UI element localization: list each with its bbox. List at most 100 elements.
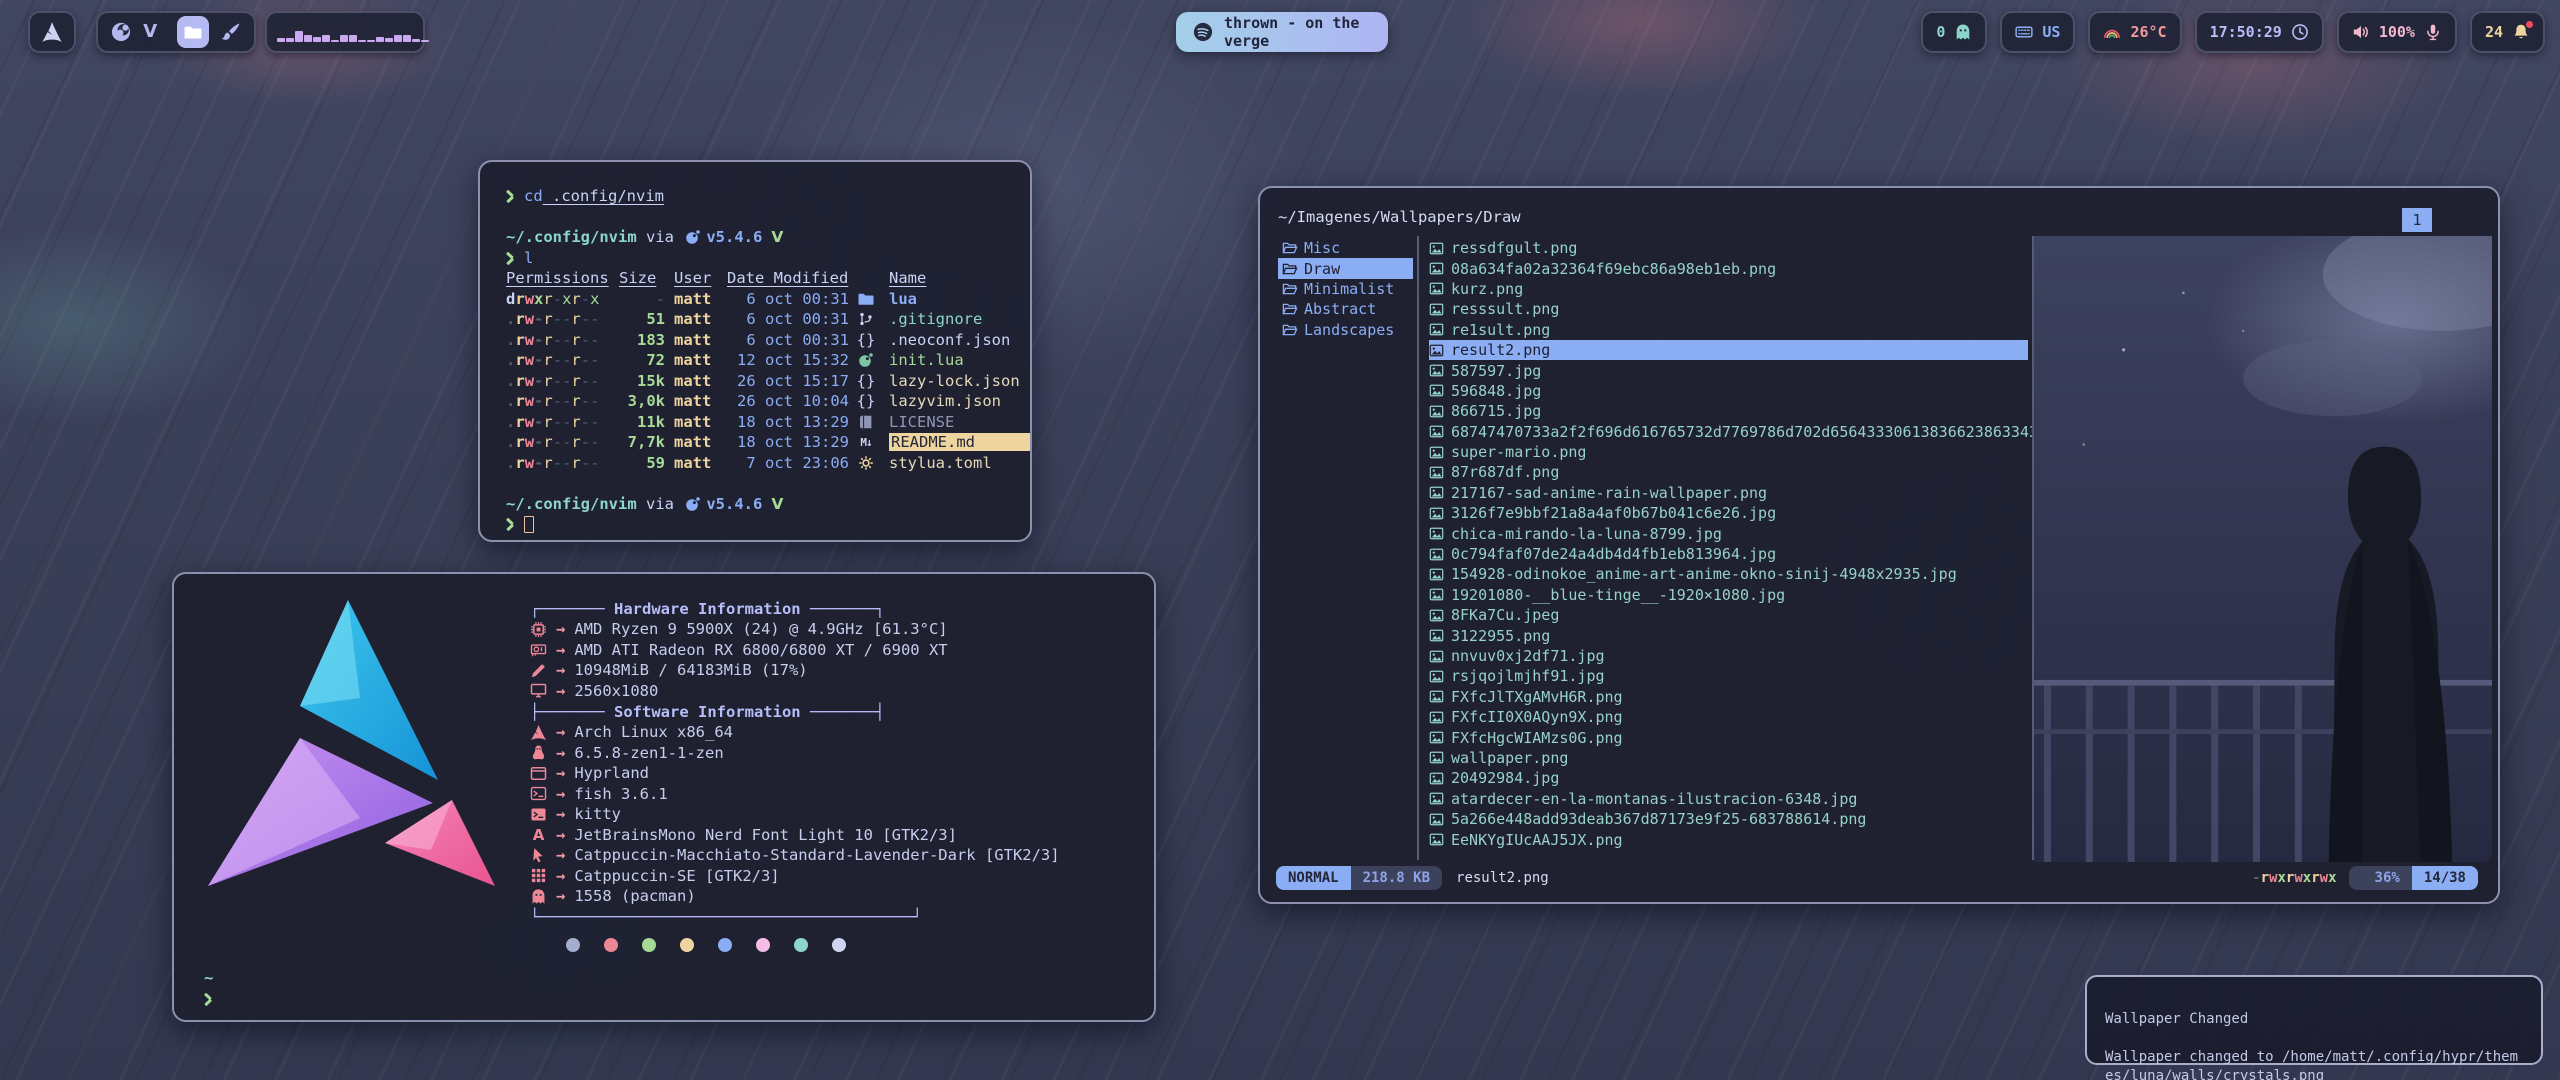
file-row[interactable]: rsjqojlmjhf91.jpg	[1429, 666, 2032, 686]
file-row[interactable]: 3126f7e9bbf21a8a4af0b67b041c6e26.jpg	[1429, 503, 2032, 523]
imagefile-icon	[1429, 628, 1444, 643]
file-row[interactable]: 5a266e448add93deab367d87173e9f25-6837886…	[1429, 809, 2032, 829]
visualizer-bar	[403, 35, 411, 42]
imagefile-icon	[1429, 526, 1444, 541]
parent-directory-list: MiscDrawMinimalistAbstractLandscapes	[1260, 234, 1417, 862]
file-row[interactable]: FXfcHgcWIAMzs0G.png	[1429, 727, 2032, 747]
cpu-icon	[530, 621, 547, 638]
tray-clock[interactable]: 17:50:29	[2195, 11, 2324, 53]
files-icon[interactable]	[177, 16, 209, 48]
brush-icon[interactable]	[220, 21, 242, 43]
fetch-info-row: →2560x1080	[530, 681, 1130, 702]
imagefile-icon	[1429, 791, 1444, 806]
prompt-line: ~/.config/nvim via v5.4.6V	[506, 227, 1030, 248]
file-row[interactable]: 3122955.png	[1429, 625, 2032, 645]
visualizer-bar	[421, 40, 429, 42]
file-row[interactable]: 08a634fa02a32364f69ebc86a98eb1eb.png	[1429, 258, 2032, 278]
grid-icon	[530, 867, 547, 884]
palette-dot	[642, 938, 656, 952]
fetch-info-row: →AMD ATI Radeon RX 6800/6800 XT / 6900 X…	[530, 640, 1130, 661]
mode-badge: NORMAL	[1276, 866, 1351, 890]
ghost-icon	[1954, 23, 1972, 41]
sidebar-item-misc[interactable]: Misc	[1282, 238, 1417, 258]
file-row[interactable]: FXfcII0X0AQyn9X.png	[1429, 707, 2032, 727]
tray-volume[interactable]: 100%	[2337, 11, 2457, 53]
file-row[interactable]: 587597.jpg	[1429, 360, 2032, 380]
status-filename: result2.png	[1456, 870, 1549, 886]
file-row[interactable]: 8FKa7Cu.jpeg	[1429, 605, 2032, 625]
file-row[interactable]: 68747470733a2f2f696d616765732d7769786d70…	[1429, 422, 2032, 442]
palette-dot	[794, 938, 808, 952]
tray-keyboard-layout[interactable]: US	[2000, 11, 2075, 53]
file-row[interactable]: 87r687df.png	[1429, 462, 2032, 482]
file-row[interactable]: EeNKYgIUcAAJ5JX.png	[1429, 829, 2032, 849]
ls-row: .rw-r--r--15kmatt26 oct 15:17{}lazy-lock…	[506, 371, 1030, 392]
ls-row: .rw-r--r--3,0kmatt26 oct 10:04{}lazyvim.…	[506, 391, 1030, 412]
file-row[interactable]: result2.png	[1429, 340, 2028, 360]
visualizer-bar	[286, 38, 294, 42]
luamoon-icon	[858, 352, 874, 368]
file-manager-window[interactable]: ~/Imagenes/Wallpapers/Draw 1 MiscDrawMin…	[1258, 186, 2500, 904]
ls-row: .rw-r--r--11kmatt18 oct 13:29LICENSE	[506, 412, 1030, 433]
rainbow-icon	[2103, 23, 2121, 41]
tray-notifications[interactable]: 24	[2470, 11, 2545, 53]
imagefile-icon	[1429, 750, 1444, 765]
file-row[interactable]: 596848.jpg	[1429, 381, 2032, 401]
visualizer-bar	[394, 35, 402, 42]
visualizer-bar	[385, 38, 393, 42]
fetch-window[interactable]: ┌─────── Hardware Information ───────┐ →…	[172, 572, 1156, 1022]
keyboard-layout-value: US	[2042, 23, 2060, 41]
file-row[interactable]: atardecer-en-la-montanas-ilustracion-634…	[1429, 789, 2032, 809]
file-row[interactable]: 20492984.jpg	[1429, 768, 2032, 788]
file-row[interactable]: FXfcJlTXgAMvH6R.png	[1429, 687, 2032, 707]
imagefile-icon	[1429, 485, 1444, 500]
sidebar-item-minimalist[interactable]: Minimalist	[1282, 279, 1417, 299]
tray-updates[interactable]: 0	[1921, 11, 1987, 53]
sidebar-item-draw[interactable]: Draw	[1278, 258, 1413, 278]
visualizer-bar	[412, 39, 420, 42]
file-row[interactable]: 217167-sad-anime-rain-wallpaper.png	[1429, 483, 2032, 503]
file-row[interactable]: 154928-odinokoe_anime-art-anime-okno-sin…	[1429, 564, 2032, 584]
terminal-cursor	[524, 516, 534, 533]
crystal-arch-logo	[200, 588, 500, 898]
fetch-info-row: A→JetBrainsMono Nerd Font Light 10 [GTK2…	[530, 825, 1130, 846]
openfolder-icon	[1282, 281, 1298, 297]
tray-weather[interactable]: 26°C	[2088, 11, 2181, 53]
shell-icon	[530, 785, 547, 802]
file-row[interactable]: chica-mirando-la-luna-8799.jpg	[1429, 523, 2032, 543]
terminal-window[interactable]: cd .config/nvim~/.config/nvim via v5.4.6…	[478, 160, 1032, 542]
taskbar-apps[interactable]: V	[96, 11, 256, 53]
vim-icon[interactable]: V	[143, 21, 165, 43]
file-row[interactable]: kurz.png	[1429, 279, 2032, 299]
ls-row: .rw-r--r--59matt7 oct 23:06stylua.toml	[506, 453, 1030, 474]
file-row[interactable]: ressdfgult.png	[1429, 238, 2032, 258]
file-row[interactable]: resssult.png	[1429, 299, 2032, 319]
imagefile-icon	[1429, 832, 1444, 847]
sidebar-item-landscapes[interactable]: Landscapes	[1282, 320, 1417, 340]
file-row[interactable]: wallpaper.png	[1429, 748, 2032, 768]
imagefile-icon	[1429, 404, 1444, 419]
palette-dot	[604, 938, 618, 952]
mic-icon	[2424, 23, 2442, 41]
notification-popup[interactable]: Wallpaper Changed Wallpaper changed to /…	[2085, 975, 2543, 1065]
notifications-value: 24	[2485, 23, 2503, 41]
notification-title: Wallpaper Changed	[2105, 1010, 2523, 1029]
fetch-info-row: →Catppuccin-Macchiato-Standard-Lavender-…	[530, 845, 1130, 866]
fetch-info-row: →AMD Ryzen 9 5900X (24) @ 4.9GHz [61.3°C…	[530, 619, 1130, 640]
sidebar-item-abstract[interactable]: Abstract	[1282, 299, 1417, 319]
book-icon	[858, 414, 874, 430]
status-permissions: -rwxrwxrwx	[2252, 870, 2336, 886]
now-playing-pill[interactable]: thrown - on the verge	[1176, 12, 1388, 52]
file-row[interactable]: 0c794faf07de24a4db4d4fb1eb813964.jpg	[1429, 544, 2032, 564]
browser-icon[interactable]	[110, 21, 132, 43]
tab-badge[interactable]: 1	[2402, 208, 2432, 232]
file-row[interactable]: nnvuv0xj2df71.jpg	[1429, 646, 2032, 666]
imagefile-icon	[1429, 669, 1444, 684]
arch-icon	[41, 21, 63, 43]
file-row[interactable]: re1sult.png	[1429, 320, 2032, 340]
app-launcher-button[interactable]	[28, 11, 76, 53]
file-row[interactable]: super-mario.png	[1429, 442, 2032, 462]
file-row[interactable]: 866715.jpg	[1429, 401, 2032, 421]
imagefile-icon	[1429, 771, 1444, 786]
file-row[interactable]: 19201080-__blue-tinge__-1920×1080.jpg	[1429, 585, 2032, 605]
